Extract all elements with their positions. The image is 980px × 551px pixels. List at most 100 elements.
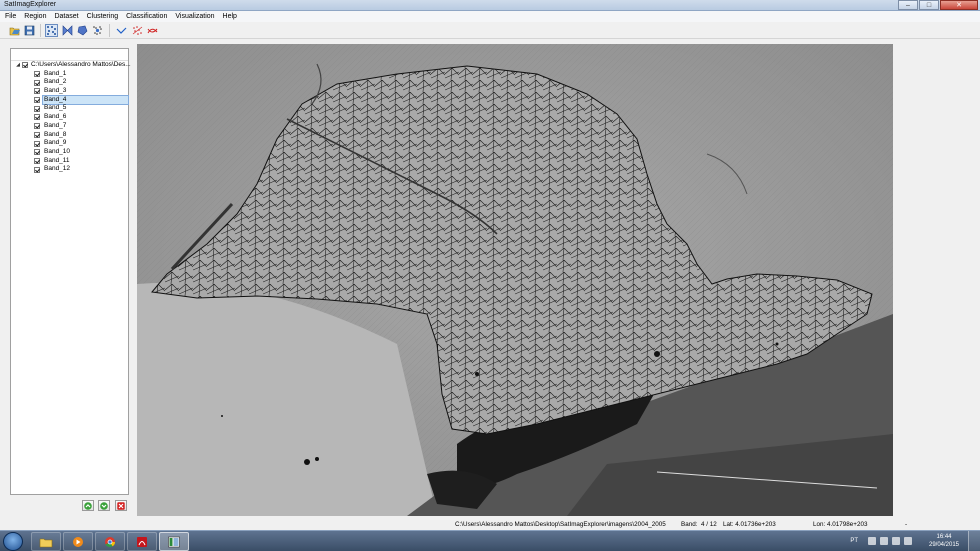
window-title: SatImagExplorer (4, 1, 57, 8)
band-label: Band_11 (44, 156, 70, 164)
tree-item-band-12[interactable]: Band_12 (15, 165, 131, 174)
chrome-icon[interactable] (95, 532, 125, 551)
menu-help[interactable]: Help (219, 11, 241, 22)
show-desktop-button[interactable] (968, 531, 980, 551)
remove-button[interactable] (115, 500, 127, 511)
checkbox[interactable] (34, 131, 40, 138)
clock-time: 16:44 (936, 534, 952, 540)
status-dash: - (905, 521, 908, 528)
status-path: C:\Users\Alessandro Mattos\Desktop\SatIm… (455, 521, 666, 528)
menu-dataset[interactable]: Dataset (50, 11, 82, 22)
scatter-icon[interactable] (131, 24, 144, 37)
checkbox[interactable] (34, 71, 40, 78)
band-label: Band_4 (41, 94, 130, 106)
move-down-button[interactable] (98, 500, 110, 511)
tree-item-band-6[interactable]: Band_6 (15, 113, 131, 122)
tree-item-band-9[interactable]: Band_9 (15, 139, 131, 148)
tray-icons (868, 537, 912, 545)
panel-header (11, 49, 128, 61)
menu-clustering[interactable]: Clustering (83, 11, 123, 22)
volume-icon[interactable] (892, 537, 900, 545)
close-icon[interactable]: ✕ (940, 0, 978, 10)
satellite-image-view[interactable] (137, 44, 893, 516)
status-band-label: Band: (681, 521, 698, 528)
band-label: Band_8 (44, 130, 67, 138)
cross-line-icon[interactable] (146, 24, 159, 37)
band-label: Band_10 (44, 147, 71, 155)
taskbar: PT 16:44 29/04/2015 (0, 530, 980, 551)
flag-icon[interactable] (904, 537, 912, 545)
tray-arrow-icon[interactable] (868, 537, 876, 545)
media-player-icon[interactable] (63, 532, 93, 551)
tree-item-band-5[interactable]: Band_5 (15, 104, 131, 113)
map-canvas[interactable] (137, 44, 893, 516)
tree-item-band-3[interactable]: Band_3 (15, 87, 131, 96)
layer-tree: ◢ C:\Users\Alessandro Mattos\Des... Band… (15, 61, 131, 174)
open-icon[interactable] (8, 24, 21, 37)
language-indicator[interactable]: PT (850, 538, 858, 544)
move-up-button[interactable] (82, 500, 94, 511)
checkbox[interactable] (34, 157, 40, 164)
points-icon[interactable] (45, 24, 58, 37)
checkbox[interactable] (34, 105, 40, 112)
checkbox[interactable] (34, 114, 40, 121)
tree-root[interactable]: ◢ C:\Users\Alessandro Mattos\Des... (15, 61, 131, 70)
satimagexplorer-icon[interactable] (159, 532, 189, 551)
clock-date: 29/04/2015 (928, 542, 960, 548)
window-controls: – □ ✕ (898, 0, 978, 10)
cluster-icon[interactable] (91, 24, 104, 37)
remove-icon (117, 501, 125, 510)
band-label: Band_9 (44, 139, 67, 147)
status-bar: C:\Users\Alessandro Mattos\Desktop\SatIm… (0, 518, 980, 530)
line-icon[interactable] (115, 24, 128, 37)
checkbox[interactable] (34, 149, 40, 156)
toolbar-separator (40, 24, 41, 37)
checkbox[interactable] (22, 62, 28, 69)
clock[interactable]: 16:44 29/04/2015 (924, 533, 964, 549)
menu-file[interactable]: File (0, 11, 20, 22)
band-label: Band_7 (44, 121, 67, 129)
status-band-value: 4 / 12 (701, 521, 717, 528)
acrobat-icon[interactable] (127, 532, 157, 551)
checkbox[interactable] (34, 79, 40, 86)
menu-region[interactable]: Region (20, 11, 50, 22)
status-lat: Lat: 4.01736e+203 (723, 521, 776, 528)
band-label: Band_12 (44, 165, 71, 173)
checkbox[interactable] (34, 140, 40, 147)
tree-item-band-11[interactable]: Band_11 (15, 157, 131, 166)
checkbox[interactable] (34, 88, 40, 95)
bowtie-icon[interactable] (61, 24, 74, 37)
checkbox[interactable] (34, 97, 40, 104)
band-label: Band_1 (44, 69, 67, 77)
network-icon[interactable] (880, 537, 888, 545)
tree-item-band-10[interactable]: Band_10 (15, 148, 131, 157)
menu-classification[interactable]: Classification (122, 11, 171, 22)
tree-root-label: C:\Users\Alessandro Mattos\Des... (31, 61, 131, 68)
menu-bar: File Region Dataset Clustering Classific… (0, 11, 980, 22)
checkbox[interactable] (34, 123, 40, 130)
band-label: Band_2 (44, 78, 67, 86)
minimize-icon[interactable]: – (898, 0, 918, 10)
toolbar-separator (109, 24, 110, 37)
status-lon: Lon: 4.01798e+203 (813, 521, 868, 528)
checkbox[interactable] (34, 166, 40, 173)
tree-item-band-4[interactable]: Band_4 (15, 94, 131, 106)
save-icon[interactable] (23, 24, 36, 37)
explorer-icon[interactable] (31, 532, 61, 551)
start-button[interactable] (3, 532, 23, 551)
move-up-icon (84, 501, 92, 510)
band-label: Band_6 (44, 113, 67, 121)
menu-visualization[interactable]: Visualization (171, 11, 218, 22)
band-label: Band_3 (44, 87, 67, 95)
tree-item-band-2[interactable]: Band_2 (15, 78, 131, 87)
title-bar: SatImagExplorer – □ ✕ (0, 0, 980, 11)
polygon-icon[interactable] (76, 24, 89, 37)
collapse-icon[interactable]: ◢ (15, 61, 21, 70)
maximize-icon[interactable]: □ (919, 0, 939, 10)
tree-item-band-1[interactable]: Band_1 (15, 70, 131, 79)
tree-item-band-7[interactable]: Band_7 (15, 122, 131, 131)
toolbar (0, 22, 980, 39)
tree-item-band-8[interactable]: Band_8 (15, 131, 131, 140)
band-label: Band_5 (44, 104, 67, 112)
layer-tree-panel: ◢ C:\Users\Alessandro Mattos\Des... Band… (10, 48, 131, 495)
